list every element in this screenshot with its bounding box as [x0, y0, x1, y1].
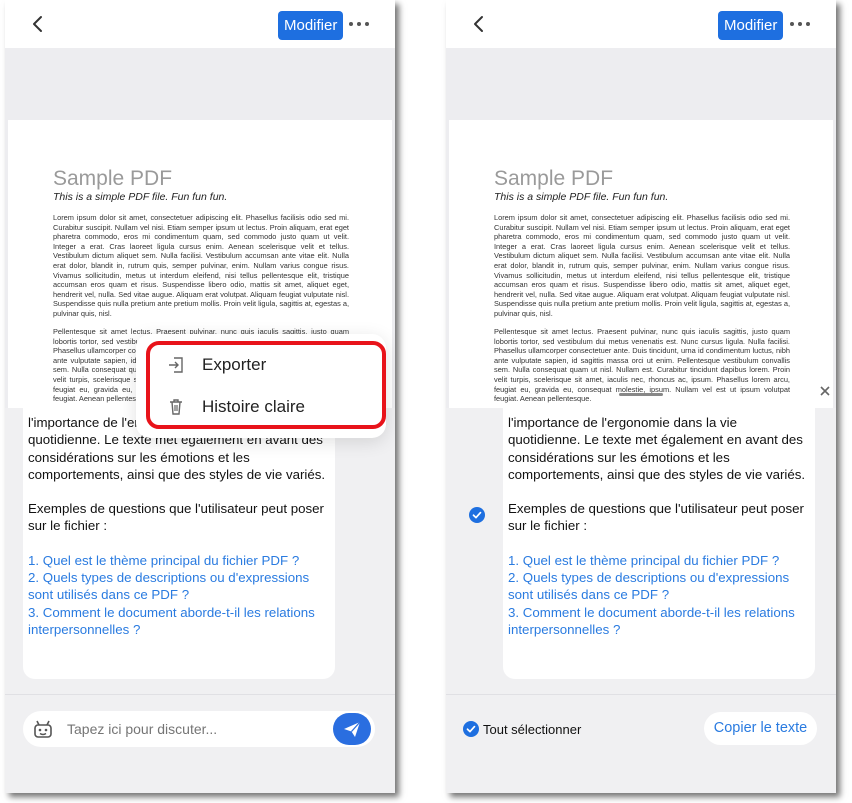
- close-icon[interactable]: [818, 384, 832, 398]
- suggested-question[interactable]: 3. Comment le document aborde-t-il les r…: [28, 604, 330, 639]
- pdf-subtitle: This is a simple PDF file. Fun fun fun.: [494, 191, 669, 203]
- message-bubble: l'importance de l'ergonomie dans la vie …: [23, 408, 335, 679]
- message-text: quotidienne. Le texte met également en a…: [508, 432, 806, 482]
- pdf-paragraph: Lorem ipsum dolor sit amet, consectetuer…: [53, 213, 349, 318]
- edit-button[interactable]: Modifier: [718, 11, 784, 40]
- suggested-question: 2. Quels types de descriptions ou d'expr…: [508, 570, 790, 603]
- select-all-toggle[interactable]: Tout sélectionner: [463, 721, 581, 737]
- chat-sheet: l'importance de l'ergonomie dans la vie …: [5, 408, 395, 793]
- divider: [446, 694, 836, 695]
- suggested-question: 1. Quel est le thème principal du fichie…: [508, 552, 780, 568]
- pdf-title: Sample PDF: [53, 167, 173, 190]
- check-circle-icon: [463, 721, 479, 737]
- more-icon[interactable]: [347, 16, 371, 32]
- message-text: quotidienne. Le texte met également en a…: [28, 432, 326, 482]
- chat-input-bar: [23, 711, 375, 747]
- phone-left: Modifier Sample PDF This is a simple PDF…: [5, 0, 395, 793]
- back-icon[interactable]: [468, 13, 490, 35]
- message-text: Exemples de questions que l'utilisateur …: [28, 501, 324, 534]
- drag-handle[interactable]: [619, 393, 663, 396]
- send-button[interactable]: [333, 713, 371, 745]
- message-text: l'importance de l'ergonomie dans la vie: [508, 415, 738, 430]
- robot-icon[interactable]: [33, 719, 53, 739]
- screenshot-stage: Modifier Sample PDF This is a simple PDF…: [0, 0, 852, 803]
- top-bar: Modifier: [5, 0, 395, 48]
- back-icon[interactable]: [27, 13, 49, 35]
- suggested-question[interactable]: 2. Quels types de descriptions ou d'expr…: [28, 569, 330, 604]
- top-bar: Modifier: [446, 0, 836, 48]
- more-icon[interactable]: [788, 16, 812, 32]
- suggested-question[interactable]: 1. Quel est le thème principal du fichie…: [28, 552, 330, 569]
- message-bubble: l'importance de l'ergonomie dans la vie …: [503, 408, 815, 679]
- select-all-label: Tout sélectionner: [483, 721, 582, 737]
- send-icon: [344, 721, 361, 737]
- copy-text-button[interactable]: Copier le texte: [704, 712, 817, 745]
- export-icon: [169, 357, 183, 373]
- menu-item-label: Histoire claire: [202, 397, 305, 416]
- menu-item-label: Exporter: [202, 355, 267, 374]
- divider: [5, 694, 395, 695]
- chat-input[interactable]: [67, 721, 317, 737]
- menu-item-export[interactable]: Exporter: [166, 350, 266, 380]
- message-checkbox-icon[interactable]: [469, 507, 485, 523]
- edit-button[interactable]: Modifier: [278, 11, 344, 40]
- message-text: Exemples de questions que l'utilisateur …: [508, 501, 804, 534]
- menu-item-clear-history[interactable]: Histoire claire: [166, 392, 305, 422]
- pdf-preview[interactable]: Sample PDF This is a simple PDF file. Fu…: [449, 120, 833, 410]
- trash-icon: [170, 399, 182, 415]
- phone-right: Modifier Sample PDF This is a simple PDF…: [446, 0, 836, 793]
- pdf-subtitle: This is a simple PDF file. Fun fun fun.: [53, 191, 228, 203]
- pdf-paragraph: Lorem ipsum dolor sit amet, consectetuer…: [494, 213, 790, 318]
- pdf-title: Sample PDF: [494, 167, 614, 190]
- suggested-question: 3. Comment le document aborde-t-il les r…: [508, 604, 795, 637]
